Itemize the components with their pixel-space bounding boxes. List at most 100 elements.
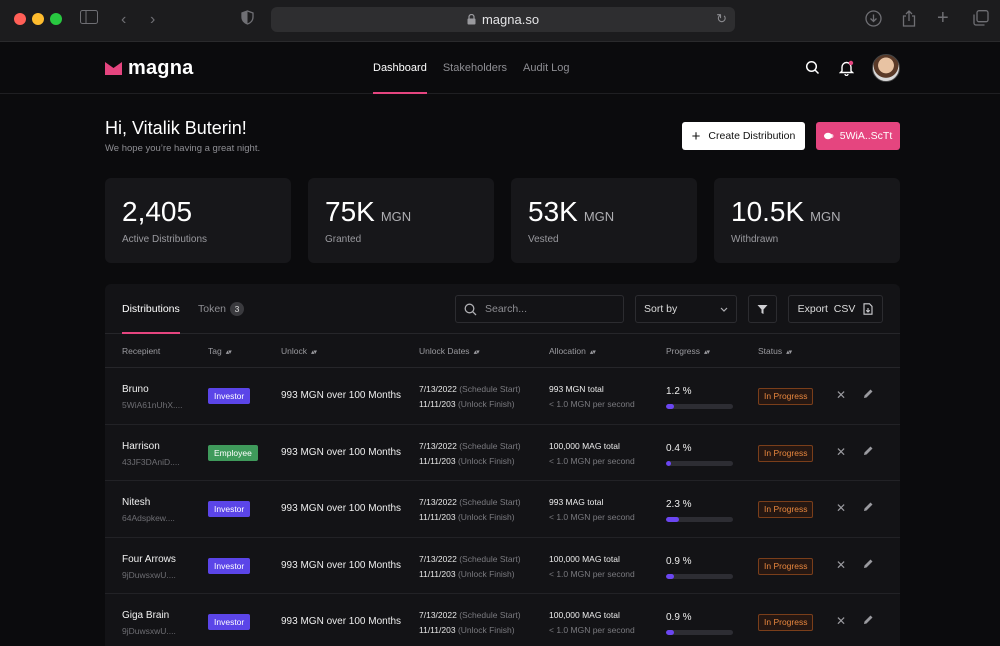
search-icon[interactable]: [805, 60, 821, 76]
start-note: (Schedule Start): [459, 610, 521, 620]
sidebar-toggle-icon[interactable]: [80, 10, 98, 30]
column-unlock[interactable]: Unlock ▴▾: [281, 334, 317, 370]
delete-icon[interactable]: ✕: [836, 614, 846, 628]
tab-distributions[interactable]: Distributions: [122, 284, 180, 334]
nav-audit-log[interactable]: Audit Log: [523, 42, 569, 94]
unlock-finish: 11/11/203 (Unlock Finish): [419, 569, 515, 579]
schedule-start: 7/13/2022 (Schedule Start): [419, 610, 521, 620]
schedule-start: 7/13/2022 (Schedule Start): [419, 497, 521, 507]
create-distribution-button[interactable]: + Create Distribution: [682, 122, 805, 150]
recipient-address: 9jDuwsxwU....: [122, 569, 176, 580]
reload-icon[interactable]: ↻: [716, 11, 727, 27]
unlock-finish: 11/11/203 (Unlock Finish): [419, 512, 515, 522]
filter-button[interactable]: [748, 295, 777, 323]
stat-value: 75K: [325, 196, 375, 227]
table-row[interactable]: Giga Brain 9jDuwsxwU.... Investor 993 MG…: [105, 594, 900, 646]
start-date: 7/13/2022: [419, 553, 457, 564]
file-export-icon: [863, 303, 873, 315]
progress-bar: [666, 573, 733, 579]
download-icon[interactable]: [865, 10, 882, 33]
maximize-window-button[interactable]: [50, 13, 62, 25]
search-box[interactable]: [455, 295, 624, 323]
brand-logo[interactable]: magna: [105, 57, 193, 80]
wallet-button[interactable]: 5WiA..ScTt: [816, 122, 900, 150]
column-progress[interactable]: Progress ▴▾: [666, 334, 710, 370]
sort-arrows-icon: ▴▾: [704, 349, 710, 356]
nav-dashboard[interactable]: Dashboard: [373, 42, 427, 94]
recipient-address: 5WiA61nUhX....: [122, 400, 183, 410]
edit-pencil-icon[interactable]: [863, 558, 874, 572]
edit-pencil-icon[interactable]: [863, 445, 874, 459]
column-tag[interactable]: Tag ▴▾: [208, 334, 232, 370]
stat-label: Active Distributions: [122, 234, 208, 245]
tag-badge: Investor: [208, 614, 251, 630]
start-note: (Schedule Start): [459, 553, 521, 564]
table-row[interactable]: Nitesh 64Adspkew.... Investor 993 MGN ov…: [105, 481, 900, 538]
user-avatar[interactable]: [872, 54, 900, 82]
edit-pencil-icon[interactable]: [863, 388, 874, 402]
finish-date: 11/11/203: [419, 625, 456, 635]
stat-value: 10.5K: [731, 196, 805, 227]
tag-badge: Investor: [208, 557, 251, 574]
delete-icon[interactable]: ✕: [836, 388, 846, 402]
column-progress-label: Progress: [666, 346, 701, 356]
unlock-finish: 11/11/203 (Unlock Finish): [419, 399, 515, 409]
table-header: Recepient Tag ▴▾ Unlock ▴▾ Unlock Dates ▴▾ …: [105, 334, 900, 368]
wallet-icon: [823, 132, 834, 140]
browser-toolbar: ‹ › magna.so ↻ +: [0, 0, 1000, 42]
recipient-name: Giga Brain: [122, 610, 170, 621]
tab-overview-icon[interactable]: [973, 10, 989, 32]
edit-pencil-icon[interactable]: [863, 501, 874, 515]
column-allocation-label: Allocation: [549, 346, 586, 356]
sort-arrows-icon: ▴▾: [473, 349, 480, 356]
tab-token[interactable]: Token 3: [198, 284, 245, 334]
table-row[interactable]: Four Arrows 9jDuwsxwU.... Investor 993 M…: [105, 538, 900, 594]
recipient-address: 64Adspkew....: [122, 513, 175, 523]
recipient-name: Bruno: [122, 384, 149, 395]
unlock-schedule: 993 MGN over 100 Months: [281, 559, 402, 571]
progress-percent: 0.9 %: [666, 555, 692, 567]
finish-note: (Unlock Finish): [457, 512, 515, 522]
column-unlock-dates[interactable]: Unlock Dates ▴▾: [419, 334, 480, 370]
delete-icon[interactable]: ✕: [836, 445, 846, 459]
search-input[interactable]: [485, 303, 605, 315]
sort-label: Sort by: [644, 303, 678, 315]
minimize-window-button[interactable]: [32, 13, 44, 25]
nav-stakeholders[interactable]: Stakeholders: [443, 42, 507, 94]
new-tab-icon[interactable]: +: [937, 8, 949, 28]
back-icon[interactable]: ‹: [121, 10, 126, 30]
start-date: 7/13/2022: [419, 610, 457, 620]
progress-fill: [666, 517, 680, 522]
stat-value: 2,405: [122, 196, 193, 227]
sort-arrows-icon: ▴▾: [310, 349, 317, 356]
close-window-button[interactable]: [14, 13, 26, 25]
allocation-total: 993 MGN total: [549, 384, 604, 394]
sort-dropdown[interactable]: Sort by: [635, 295, 737, 323]
unlock-schedule: 993 MGN over 100 Months: [281, 446, 402, 458]
finish-note: (Unlock Finish): [457, 455, 515, 466]
progress-percent: 1.2 %: [666, 386, 692, 397]
greeting-title: Hi, Vitalik Buterin!: [105, 118, 247, 138]
table-row[interactable]: Bruno 5WiA61nUhX.... Investor 993 MGN ov…: [105, 368, 900, 425]
notification-bell-icon[interactable]: [838, 60, 855, 77]
allocation-rate: < 1.0 MGN per second: [549, 455, 635, 466]
shield-icon[interactable]: [241, 10, 254, 31]
schedule-start: 7/13/2022 (Schedule Start): [419, 441, 521, 451]
table-row[interactable]: Harrison 43JF3DAniD.... Employee 993 MGN…: [105, 425, 900, 481]
recipient-name: Four Arrows: [122, 553, 176, 565]
progress-fill: [666, 573, 675, 579]
share-icon[interactable]: [902, 10, 916, 33]
stat-unit: MGN: [380, 209, 412, 224]
forward-icon[interactable]: ›: [150, 10, 155, 30]
column-allocation[interactable]: Allocation ▴▾: [549, 334, 596, 370]
column-recipient[interactable]: Recepient: [122, 334, 160, 368]
delete-icon[interactable]: ✕: [836, 501, 846, 515]
token-count-badge: 3: [230, 302, 245, 317]
allocation-total: 100,000 MAG total: [549, 610, 620, 620]
delete-icon[interactable]: ✕: [836, 558, 846, 572]
column-status[interactable]: Status ▴▾: [758, 334, 792, 370]
edit-pencil-icon[interactable]: [863, 614, 874, 628]
export-csv-button[interactable]: Export CSV: [788, 295, 883, 323]
address-bar[interactable]: magna.so ↻: [271, 7, 735, 32]
lock-icon: [467, 14, 476, 25]
